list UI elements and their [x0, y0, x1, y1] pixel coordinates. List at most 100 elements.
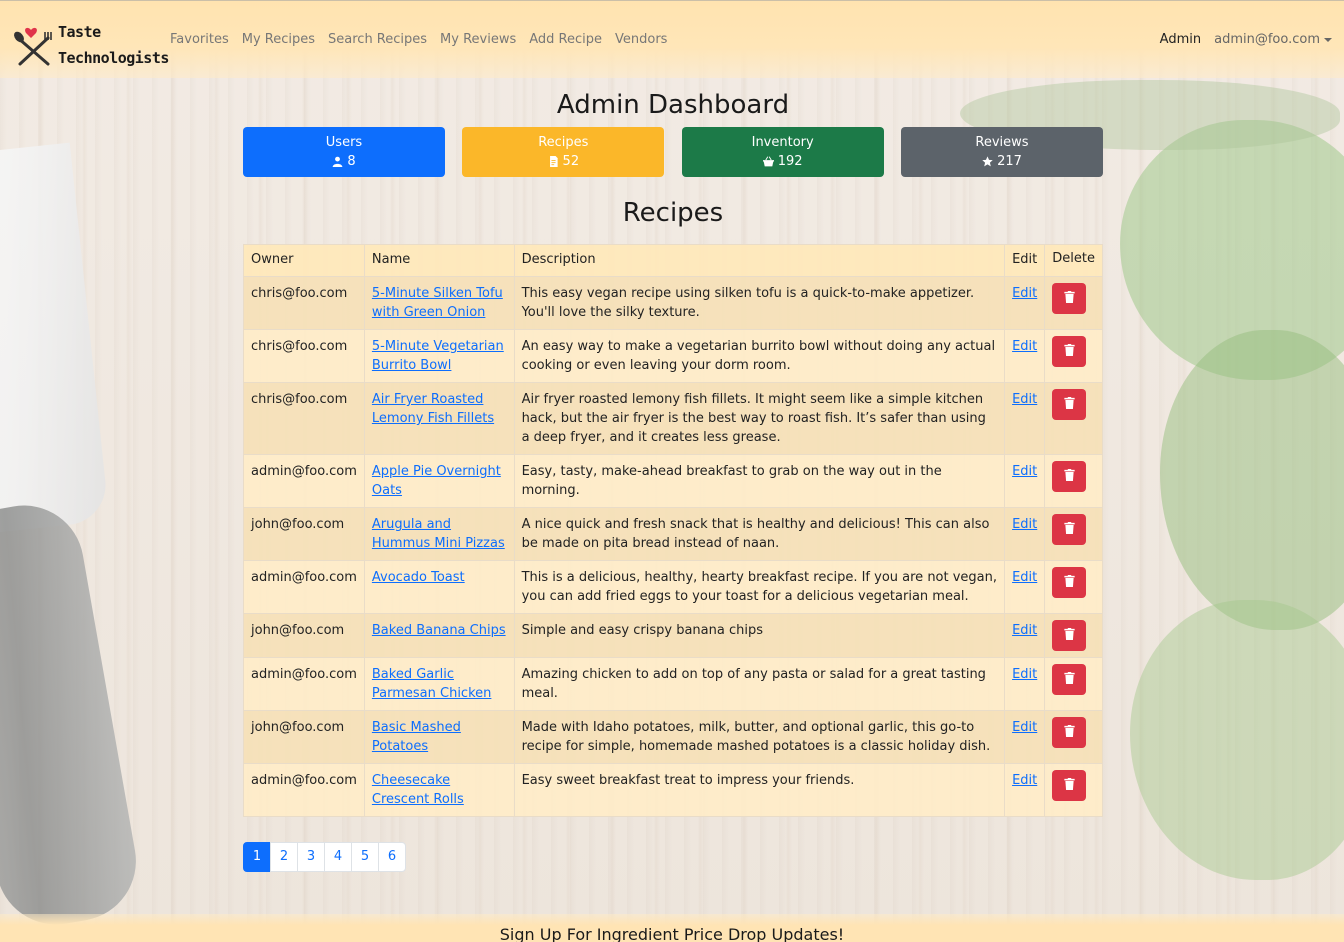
recipe-name-link[interactable]: 5-Minute Vegetarian Burrito Bowl: [372, 339, 504, 373]
edit-cell: Edit: [1004, 382, 1046, 455]
header-description: Description: [513, 244, 1006, 277]
navbar: Taste Technologists Favorites My Recipes…: [0, 0, 1344, 78]
delete-button[interactable]: [1052, 514, 1087, 545]
table-row: admin@foo.com Cheesecake Crescent Rolls Ea…: [243, 763, 1103, 817]
name-cell: Basic Mashed Potatoes: [363, 710, 515, 764]
name-cell: 5-Minute Vegetarian Burrito Bowl: [363, 329, 515, 383]
owner-cell: chris@foo.com: [243, 276, 365, 330]
stat-card-reviews: Reviews 217: [900, 127, 1103, 177]
edit-link[interactable]: Edit: [1012, 392, 1037, 407]
owner-cell: chris@foo.com: [243, 329, 365, 383]
description-cell: Easy sweet breakfast treat to impress yo…: [513, 763, 1006, 817]
edit-link[interactable]: Edit: [1012, 464, 1037, 479]
edit-link[interactable]: Edit: [1012, 570, 1037, 585]
description-cell: Made with Idaho potatoes, milk, butter, …: [513, 710, 1006, 764]
delete-cell: [1044, 657, 1103, 711]
page-link-5[interactable]: 5: [351, 842, 379, 872]
table-row: john@foo.com Arugula and Hummus Mini Pizz…: [243, 507, 1103, 561]
table-row: chris@foo.com Air Fryer Roasted Lemony Fi…: [243, 382, 1103, 455]
edit-link[interactable]: Edit: [1012, 286, 1037, 301]
recipe-name-link[interactable]: Avocado Toast: [372, 570, 465, 585]
delete-button[interactable]: [1052, 567, 1087, 598]
nav-right: Admin admin@foo.com: [1160, 32, 1332, 47]
nav-my-reviews[interactable]: My Reviews: [440, 32, 516, 47]
main-content: Admin Dashboard Users 8 Recipes 52 Inven…: [243, 86, 1103, 872]
delete-button[interactable]: [1052, 664, 1087, 695]
owner-cell: john@foo.com: [243, 613, 365, 658]
delete-button[interactable]: [1052, 620, 1087, 651]
stat-label: Reviews: [975, 135, 1029, 150]
stat-card-recipes: Recipes 52: [462, 127, 665, 177]
description-cell: Amazing chicken to add on top of any pas…: [513, 657, 1006, 711]
stat-value: 52: [562, 154, 580, 169]
recipe-name-link[interactable]: Basic Mashed Potatoes: [372, 720, 461, 754]
fork-spoon-logo-icon: [14, 24, 54, 66]
page-link-4[interactable]: 4: [324, 842, 352, 872]
trash-icon: [1064, 778, 1075, 793]
recipe-name-link[interactable]: Apple Pie Overnight Oats: [372, 464, 501, 498]
recipe-name-link[interactable]: Arugula and Hummus Mini Pizzas: [372, 517, 505, 551]
brand[interactable]: Taste Technologists: [14, 19, 169, 71]
description-cell: A nice quick and fresh snack that is hea…: [513, 507, 1006, 561]
stat-card-users: Users 8: [243, 127, 445, 177]
delete-cell: [1044, 710, 1103, 764]
delete-button[interactable]: [1052, 461, 1087, 492]
header-owner: Owner: [243, 244, 365, 277]
trash-icon: [1064, 575, 1075, 590]
name-cell: Air Fryer Roasted Lemony Fish Fillets: [363, 382, 515, 455]
edit-cell: Edit: [1004, 454, 1046, 508]
stat-value: 217: [997, 154, 1022, 169]
user-dropdown[interactable]: admin@foo.com: [1214, 32, 1332, 47]
trash-icon: [1064, 725, 1075, 740]
trash-icon: [1064, 628, 1075, 643]
brand-line-2: Technologists: [58, 49, 169, 67]
trash-icon: [1064, 522, 1075, 537]
owner-cell: chris@foo.com: [243, 382, 365, 455]
table-row: admin@foo.com Avocado Toast This is a deli…: [243, 560, 1103, 614]
delete-button[interactable]: [1052, 283, 1087, 314]
delete-cell: [1044, 454, 1103, 508]
page-link-1[interactable]: 1: [243, 842, 271, 872]
nav-admin[interactable]: Admin: [1160, 32, 1201, 47]
recipe-name-link[interactable]: Baked Banana Chips: [372, 623, 506, 638]
delete-button[interactable]: [1052, 336, 1087, 367]
page-link-2[interactable]: 2: [270, 842, 298, 872]
edit-link[interactable]: Edit: [1012, 720, 1037, 735]
edit-cell: Edit: [1004, 329, 1046, 383]
header-edit: Edit: [1004, 244, 1046, 277]
owner-cell: admin@foo.com: [243, 657, 365, 711]
owner-cell: admin@foo.com: [243, 560, 365, 614]
trash-icon: [1064, 469, 1075, 484]
recipe-name-link[interactable]: Cheesecake Crescent Rolls: [372, 773, 464, 807]
page-link-6[interactable]: 6: [378, 842, 406, 872]
recipe-name-link[interactable]: Air Fryer Roasted Lemony Fish Fillets: [372, 392, 494, 426]
owner-cell: john@foo.com: [243, 710, 365, 764]
nav-search-recipes[interactable]: Search Recipes: [328, 32, 427, 47]
nav-my-recipes[interactable]: My Recipes: [242, 32, 315, 47]
recipe-name-link[interactable]: Baked Garlic Parmesan Chicken: [372, 667, 492, 701]
delete-button[interactable]: [1052, 389, 1087, 420]
page-link-3[interactable]: 3: [297, 842, 325, 872]
pagination: 1 2 3 4 5 6: [243, 842, 1103, 872]
trash-icon: [1064, 291, 1075, 306]
edit-link[interactable]: Edit: [1012, 667, 1037, 682]
edit-link[interactable]: Edit: [1012, 517, 1037, 532]
recipe-name-link[interactable]: 5-Minute Silken Tofu with Green Onion: [372, 286, 503, 320]
delete-button[interactable]: [1052, 717, 1087, 748]
edit-link[interactable]: Edit: [1012, 773, 1037, 788]
nav-favorites[interactable]: Favorites: [170, 32, 229, 47]
name-cell: Baked Banana Chips: [363, 613, 515, 658]
description-cell: This easy vegan recipe using silken tofu…: [513, 276, 1006, 330]
edit-link[interactable]: Edit: [1012, 623, 1037, 638]
edit-link[interactable]: Edit: [1012, 339, 1037, 354]
delete-button[interactable]: [1052, 770, 1087, 801]
delete-cell: [1044, 763, 1103, 817]
nav-vendors[interactable]: Vendors: [615, 32, 667, 47]
nav-add-recipe[interactable]: Add Recipe: [529, 32, 602, 47]
document-icon: [549, 156, 558, 167]
owner-cell: john@foo.com: [243, 507, 365, 561]
page-title: Admin Dashboard: [556, 90, 790, 120]
description-cell: This is a delicious, healthy, hearty bre…: [513, 560, 1006, 614]
delete-cell: [1044, 329, 1103, 383]
owner-cell: admin@foo.com: [243, 454, 365, 508]
